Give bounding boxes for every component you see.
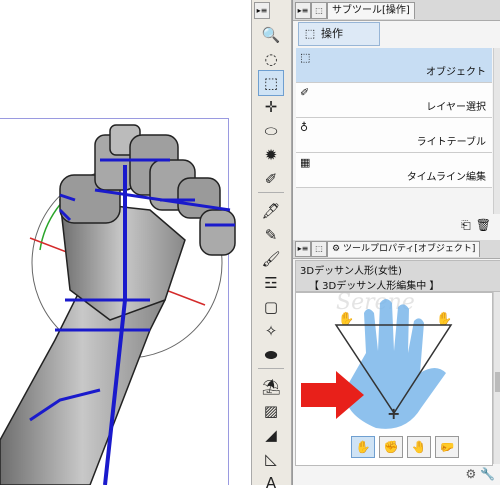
fill-icon: ⛱ <box>261 378 281 396</box>
move-layer-icon: ✛ <box>264 98 278 116</box>
hand-pose-icon: ✋ <box>355 440 371 454</box>
tab-tool-property[interactable]: ⚙ ツールプロパティ[オブジェクト] <box>327 241 481 257</box>
timeline-icon: ▦ <box>300 156 311 169</box>
hand-pose-icon: 🤛 <box>439 440 455 454</box>
operation-icon[interactable]: ⬚ <box>311 2 327 19</box>
brush-tool[interactable]: 🖌 <box>258 246 284 272</box>
blend-icon: ⬬ <box>264 346 278 364</box>
object-icon: ⬚ <box>300 51 311 64</box>
layer-select-icon: ✐ <box>300 86 310 99</box>
zoom-icon: 🔍 <box>261 26 281 44</box>
pose-cursor-icon: + <box>387 404 400 423</box>
edit-status: 【 3Dデッサン人形編集中 】 <box>309 281 440 292</box>
subtool-item-light-table[interactable]: ♁ ライトテーブル <box>296 118 492 153</box>
hand-pose-icon: 🤚 <box>411 440 427 454</box>
operation-group-icon: ⬚ <box>304 27 316 40</box>
subtool-item-label: オブジェクト <box>426 67 486 78</box>
decoration-tool[interactable]: ✧ <box>258 318 284 344</box>
pose-button-3[interactable]: 🤛 <box>435 436 459 458</box>
toolbar-separator <box>258 192 284 193</box>
airbrush-tool[interactable]: ☲ <box>258 270 284 296</box>
eraser-icon: ▢ <box>263 298 279 316</box>
move-layer-tool[interactable]: ✛ <box>258 94 284 120</box>
subtool-item-object[interactable]: ⬚ オブジェクト <box>296 48 492 83</box>
subtool-scrollbar[interactable] <box>493 48 500 214</box>
brush-icon: 🖌 <box>261 250 281 268</box>
pen-icon: 🖋 <box>261 202 281 220</box>
text-icon: A <box>265 474 277 492</box>
subtool-item-timeline[interactable]: ▦ タイムライン編集 <box>296 153 492 188</box>
subtool-item-layer-select[interactable]: ✐ レイヤー選択 <box>296 83 492 118</box>
gradient-icon: ▨ <box>263 402 279 420</box>
light-table-icon: ♁ <box>300 121 309 134</box>
ruler-tool[interactable]: ◺ <box>258 446 284 472</box>
tool-property-panel: ▸≡ ⬚ ⚙ ツールプロパティ[オブジェクト] 3Dデッサン人形(女性) 【 3… <box>292 240 500 485</box>
pose-button-1[interactable]: ✊ <box>379 436 403 458</box>
auto-select-icon: ✹ <box>264 146 278 164</box>
figure-tool[interactable]: ◢ <box>258 422 284 448</box>
model-name: 3Dデッサン人形(女性) <box>300 266 402 277</box>
panel-menu-button[interactable]: ▸≡ <box>295 241 311 257</box>
decoration-icon: ✧ <box>264 322 278 340</box>
hand-pose-icon: ✊ <box>383 440 399 454</box>
zoom-tool[interactable]: 🔍 <box>258 22 284 48</box>
tool-property-tab-label: ツールプロパティ[オブジェクト] <box>342 244 476 254</box>
subtool-tab-label: サブツール[操作] <box>332 5 410 16</box>
eyedropper-tool[interactable]: ✐ <box>258 166 284 192</box>
toolbar-separator <box>258 368 284 369</box>
subtool-group-operation[interactable]: ⬚ 操作 <box>298 22 380 46</box>
panel-menu-button[interactable]: ▸≡ <box>295 2 311 19</box>
text-tool[interactable]: A <box>258 470 284 496</box>
subtool-footer-icons: ⎗🗑 <box>461 218 496 233</box>
tool-property-scrollbar[interactable] <box>493 292 500 464</box>
tool-property-tabbar: ▸≡ ⬚ ⚙ ツールプロパティ[オブジェクト] <box>293 240 500 259</box>
subtool-list: ⬚ オブジェクト ✐ レイヤー選択 ♁ ライトテーブル ▦ タイムライン編集 <box>296 48 492 188</box>
gradient-tool[interactable]: ▨ <box>258 398 284 424</box>
subtool-item-label: ライトテーブル <box>416 137 486 148</box>
pencil-tool[interactable]: ✎ <box>258 222 284 248</box>
pencil-icon: ✎ <box>264 226 278 244</box>
move-tool[interactable]: ◌ <box>258 46 284 72</box>
eraser-tool[interactable]: ▢ <box>258 294 284 320</box>
settings-icon: ⚙ <box>332 244 341 254</box>
operation-icon: ⬚ <box>263 74 279 92</box>
object-icon[interactable]: ⬚ <box>311 241 327 257</box>
tab-subtool[interactable]: サブツール[操作] <box>327 2 415 19</box>
wrench-icon[interactable]: 🔧 <box>480 467 495 481</box>
operation-tool[interactable]: ⬚ <box>258 70 284 96</box>
fill-tool[interactable]: ⛱ <box>258 374 284 400</box>
subtool-tabbar: ▸≡ ⬚ サブツール[操作] <box>293 0 500 21</box>
pose-button-2[interactable]: 🤚 <box>407 436 431 458</box>
subtool-item-label: レイヤー選択 <box>426 102 486 113</box>
selection-icon: ⬭ <box>264 122 278 140</box>
ruler-icon: ◺ <box>265 450 277 468</box>
settings-gear-icon[interactable]: ⚙ <box>465 467 476 481</box>
tool-palette: ▸≡ 🔍 ◌ ⬚ ✛ ⬭ ✹ ✐ 🖋 ✎ 🖌 ☲ ▢ ✧ ⬬ ⛱ ▨ ◢ ◺ A <box>251 0 292 492</box>
scroll-thumb[interactable] <box>495 372 500 392</box>
eyedropper-icon: ✐ <box>264 170 278 188</box>
auto-select-tool[interactable]: ✹ <box>258 142 284 168</box>
blend-tool[interactable]: ⬬ <box>258 342 284 368</box>
subtool-panel: ▸≡ ⬚ サブツール[操作] ⬚ 操作 ⬚ オブジェクト ✐ レイヤー選択 ♁ ラ… <box>292 0 500 240</box>
figure-icon: ◢ <box>265 426 277 444</box>
delete-subtool-icon[interactable]: 🗑 <box>476 218 496 232</box>
canvas-area[interactable] <box>0 0 251 485</box>
move-icon: ◌ <box>264 50 278 68</box>
palette-menu-button[interactable]: ▸≡ <box>254 2 270 19</box>
pose-button-0[interactable]: ✋ <box>351 436 375 458</box>
new-subtool-icon[interactable]: ⎗ <box>461 218 476 232</box>
pen-tool[interactable]: 🖋 <box>258 198 284 224</box>
subtool-group-label: 操作 <box>321 27 343 40</box>
selection-tool[interactable]: ⬭ <box>258 118 284 144</box>
airbrush-icon: ☲ <box>264 274 278 292</box>
tool-property-footer: ⚙ 🔧 <box>465 467 495 481</box>
subtool-item-label: タイムライン編集 <box>406 172 486 183</box>
3d-hand-model[interactable] <box>0 0 251 485</box>
